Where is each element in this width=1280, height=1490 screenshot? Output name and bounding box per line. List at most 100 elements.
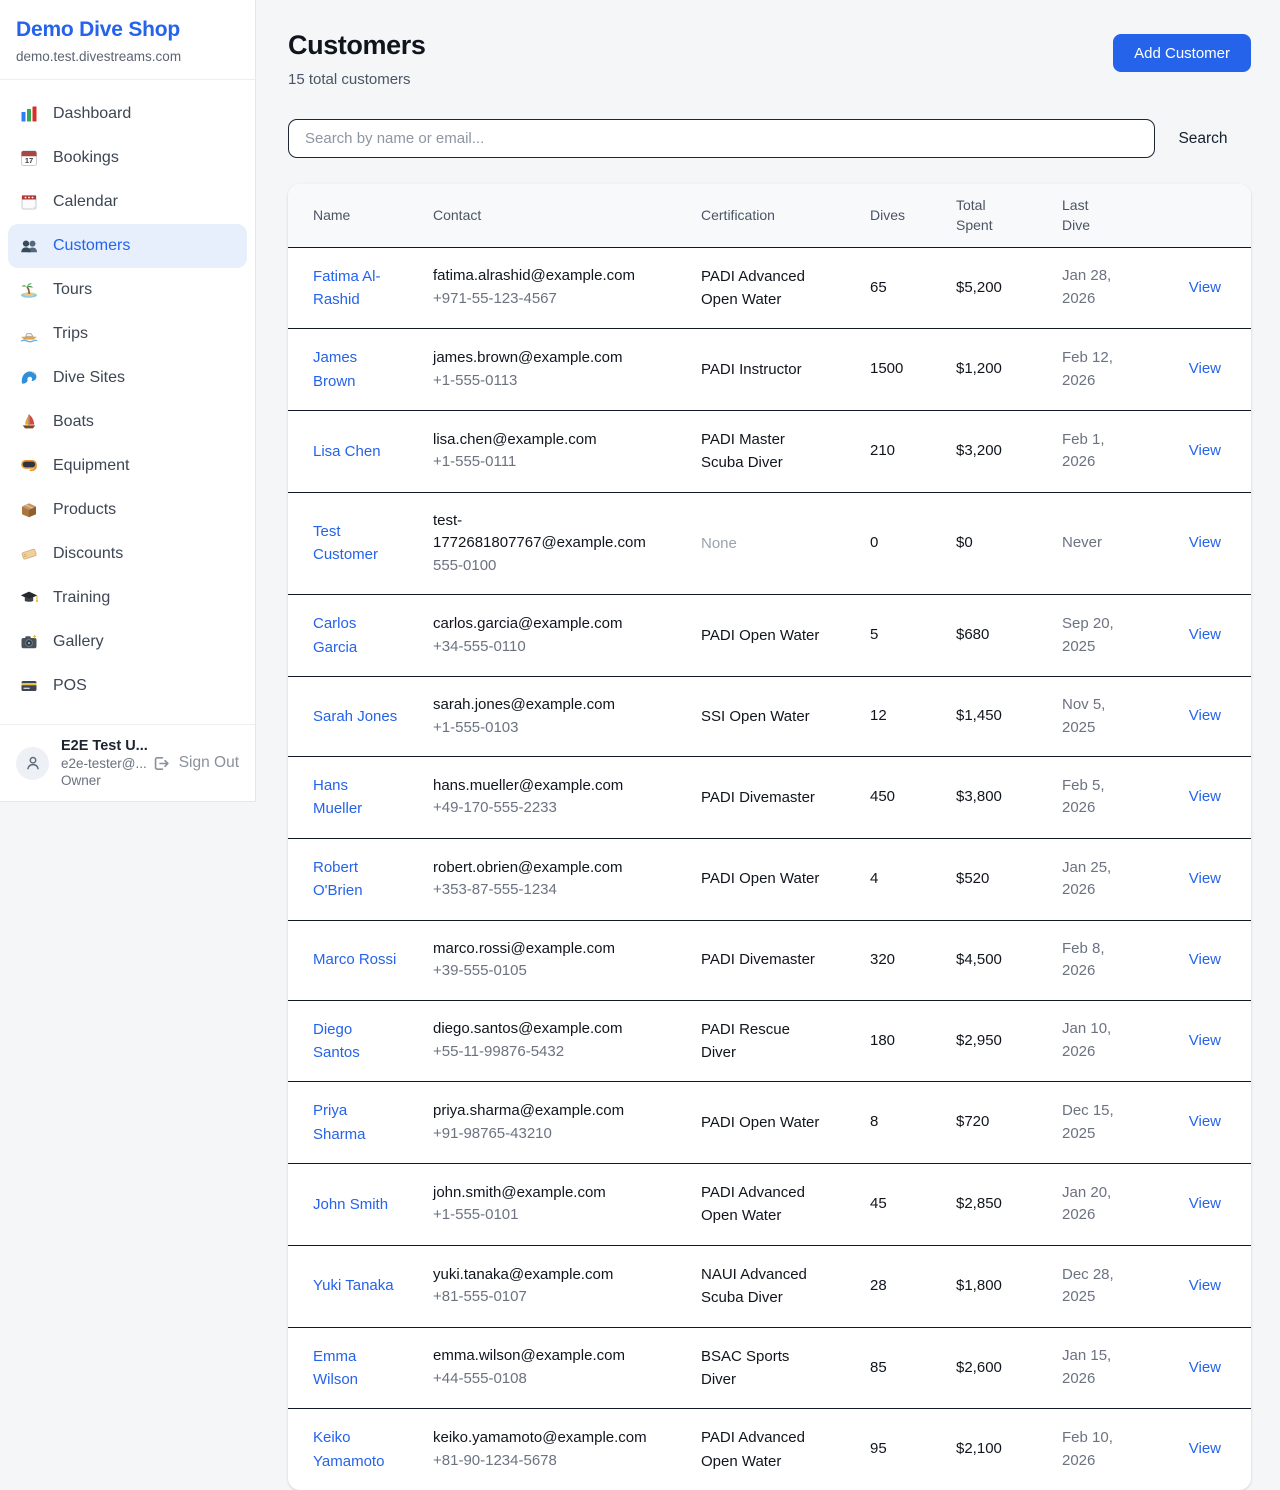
customer-phone: +91-98765-43210: [433, 1123, 673, 1146]
customer-name-link[interactable]: Keiko Yamamoto: [313, 1426, 401, 1473]
sidebar-item-customers[interactable]: Customers: [8, 224, 247, 268]
sign-out-label: Sign Out: [179, 754, 239, 772]
customer-dives: 210: [870, 411, 956, 493]
search-button[interactable]: Search: [1155, 129, 1251, 149]
table-row: Emma Wilson emma.wilson@example.com +44-…: [288, 1327, 1251, 1409]
customer-name-link[interactable]: John Smith: [313, 1193, 388, 1216]
view-link[interactable]: View: [1189, 1113, 1221, 1130]
customer-name-link[interactable]: Priya Sharma: [313, 1099, 401, 1146]
view-link[interactable]: View: [1189, 1277, 1221, 1294]
search-input[interactable]: [288, 119, 1155, 158]
customer-name-link[interactable]: Carlos Garcia: [313, 612, 401, 659]
sidebar-item-discounts[interactable]: Discounts: [8, 532, 247, 576]
customer-name-link[interactable]: Marco Rossi: [313, 948, 396, 971]
view-link[interactable]: View: [1189, 1359, 1221, 1376]
desert-island-icon: [18, 280, 40, 300]
customer-name-link[interactable]: Lisa Chen: [313, 440, 381, 463]
customer-last-dive: Feb 5, 2026: [1062, 757, 1169, 839]
sidebar-item-label: Boats: [53, 413, 94, 431]
customer-email: john.smith@example.com: [433, 1182, 673, 1205]
customer-last-dive: Feb 1, 2026: [1062, 411, 1169, 493]
sidebar-nav: Dashboard 17 Bookings Calendar Customers…: [0, 80, 255, 708]
sidebar-item-dashboard[interactable]: Dashboard: [8, 92, 247, 136]
customer-name-link[interactable]: Emma Wilson: [313, 1345, 401, 1392]
customer-certification: PADI Open Water: [701, 867, 819, 890]
sidebar-item-label: Products: [53, 501, 116, 519]
package-box-icon: [18, 500, 40, 520]
customer-dives: 12: [870, 677, 956, 757]
customer-certification: PADI Divemaster: [701, 786, 815, 809]
customer-last-dive: Jan 25, 2026: [1062, 838, 1169, 920]
customer-total-spent: $680: [956, 595, 1062, 677]
add-customer-button[interactable]: Add Customer: [1113, 34, 1251, 72]
sidebar-item-equipment[interactable]: Equipment: [8, 444, 247, 488]
sign-out-button[interactable]: Sign Out: [151, 754, 239, 773]
view-link[interactable]: View: [1189, 1440, 1221, 1457]
customer-name-link[interactable]: Diego Santos: [313, 1018, 401, 1065]
view-link[interactable]: View: [1189, 788, 1221, 805]
customer-dives: 5: [870, 595, 956, 677]
user-section: E2E Test U... e2e-tester@... Owner Sign …: [0, 724, 255, 801]
sidebar-item-gallery[interactable]: Gallery: [8, 620, 247, 664]
customer-phone: 555-0100: [433, 555, 673, 578]
view-link[interactable]: View: [1189, 1195, 1221, 1212]
people-busts-icon: [18, 236, 40, 256]
customer-name-link[interactable]: Fatima Al-Rashid: [313, 265, 401, 312]
customer-name-link[interactable]: Yuki Tanaka: [313, 1274, 394, 1297]
customer-dives: 85: [870, 1327, 956, 1409]
sidebar-item-bookings[interactable]: 17 Bookings: [8, 136, 247, 180]
customer-name-link[interactable]: Hans Mueller: [313, 774, 401, 821]
customer-dives: 4: [870, 838, 956, 920]
table-row: Priya Sharma priya.sharma@example.com +9…: [288, 1082, 1251, 1164]
customer-last-dive: Jan 20, 2026: [1062, 1164, 1169, 1246]
customer-dives: 0: [870, 492, 956, 595]
view-link[interactable]: View: [1189, 870, 1221, 887]
customer-name-link[interactable]: Robert O'Brien: [313, 856, 401, 903]
view-link[interactable]: View: [1189, 707, 1221, 724]
customer-total-spent: $3,200: [956, 411, 1062, 493]
sidebar-item-label: Trips: [53, 325, 88, 343]
customer-dives: 28: [870, 1245, 956, 1327]
view-link[interactable]: View: [1189, 279, 1221, 296]
customer-last-dive: Jan 28, 2026: [1062, 247, 1169, 329]
customer-email: carlos.garcia@example.com: [433, 613, 673, 636]
sidebar-item-tours[interactable]: Tours: [8, 268, 247, 312]
customer-dives: 1500: [870, 329, 956, 411]
price-tag-icon: [18, 544, 40, 564]
view-link[interactable]: View: [1189, 534, 1221, 551]
customer-last-dive: Feb 12, 2026: [1062, 329, 1169, 411]
customer-name-link[interactable]: James Brown: [313, 346, 401, 393]
sidebar-item-dive-sites[interactable]: Dive Sites: [8, 356, 247, 400]
customer-phone: +1-555-0111: [433, 451, 673, 474]
customer-name-link[interactable]: Sarah Jones: [313, 705, 397, 728]
sidebar-item-products[interactable]: Products: [8, 488, 247, 532]
customer-phone: +39-555-0105: [433, 960, 673, 983]
sidebar-item-trips[interactable]: Trips: [8, 312, 247, 356]
sidebar-item-pos[interactable]: POS: [8, 664, 247, 708]
customer-email: fatima.alrashid@example.com: [433, 265, 673, 288]
sidebar-item-training[interactable]: Training: [8, 576, 247, 620]
sidebar-item-calendar[interactable]: Calendar: [8, 180, 247, 224]
view-link[interactable]: View: [1189, 442, 1221, 459]
credit-card-icon: [18, 676, 40, 696]
customer-name-link[interactable]: Test Customer: [313, 520, 401, 567]
sidebar-item-boats[interactable]: Boats: [8, 400, 247, 444]
view-link[interactable]: View: [1189, 1032, 1221, 1049]
table-row: Sarah Jones sarah.jones@example.com +1-5…: [288, 677, 1251, 757]
customer-dives: 95: [870, 1409, 956, 1490]
customer-email: test-1772681807767@example.com: [433, 510, 673, 555]
customer-dives: 180: [870, 1000, 956, 1082]
sidebar-item-label: Tours: [53, 281, 92, 299]
person-icon: [24, 754, 42, 772]
table-row: Lisa Chen lisa.chen@example.com +1-555-0…: [288, 411, 1251, 493]
customer-phone: +81-555-0107: [433, 1286, 673, 1309]
avatar: [16, 747, 49, 780]
customer-certification: PADI Advanced Open Water: [701, 1181, 820, 1228]
svg-text:17: 17: [25, 156, 33, 165]
customer-phone: +49-170-555-2233: [433, 797, 673, 820]
view-link[interactable]: View: [1189, 626, 1221, 643]
view-link[interactable]: View: [1189, 951, 1221, 968]
view-link[interactable]: View: [1189, 360, 1221, 377]
customer-email: sarah.jones@example.com: [433, 694, 673, 717]
customer-total-spent: $1,450: [956, 677, 1062, 757]
